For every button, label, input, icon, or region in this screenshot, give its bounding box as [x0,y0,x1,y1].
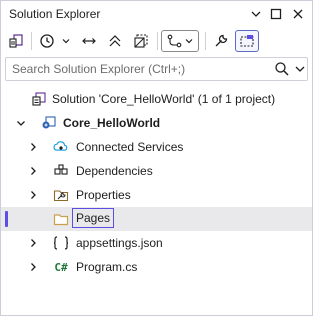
panel-title: Solution Explorer [9,7,101,21]
maximize-icon [270,8,282,20]
tree-row-properties[interactable]: Properties [1,183,312,207]
tree-row-dependencies[interactable]: Dependencies [1,159,312,183]
collapse-all-button[interactable] [105,30,125,52]
selection-indicator [5,211,8,227]
project-label: Core_HelloWorld [63,116,161,130]
history-icon [40,34,54,48]
toolbar-separator [157,32,158,50]
toolbar-separator [31,32,32,50]
git-branch-icon [167,34,182,48]
json-file-icon [53,235,69,251]
chevron-down-icon [185,39,193,44]
search-icon[interactable] [274,61,290,77]
preview-icon [240,35,254,47]
sync-with-document-button[interactable] [79,30,99,52]
maximize-button[interactable] [267,5,285,23]
toolbar-separator [205,32,206,50]
chevron-down-icon [62,39,70,44]
chevron-right-icon[interactable] [27,189,39,201]
tree-row-solution[interactable]: Solution 'Core_HelloWorld' (1 of 1 proje… [1,87,312,111]
pending-changes-filter-button[interactable] [161,30,199,52]
sync-arrows-icon [82,38,96,44]
switch-views-button[interactable] [7,30,25,52]
toolbar [1,27,312,55]
dependencies-icon [53,163,69,179]
search-options-chevron-icon[interactable] [294,63,306,75]
tree-row-appsettings[interactable]: appsettings.json [1,231,312,255]
connected-services-icon [53,139,69,155]
solution-explorer-panel: Solution Explorer Search Solution Explor… [0,0,313,316]
solution-icon [31,91,47,107]
item-label: Pages [72,208,115,228]
item-label: appsettings.json [76,236,163,250]
chevron-down-icon [251,11,261,17]
history-button[interactable] [37,30,57,52]
chevron-right-icon[interactable] [27,165,39,177]
folder-icon [53,211,69,227]
tree-row-connected-services[interactable]: Connected Services [1,135,312,159]
show-all-files-button[interactable] [131,30,151,52]
collapse-all-icon [109,35,121,47]
tree-row-program-cs[interactable]: C# Program.cs [1,255,312,279]
chevron-down-icon[interactable] [15,117,27,129]
preview-selected-items-button[interactable] [235,30,259,52]
solution-views-icon [9,34,23,48]
solution-label: Solution 'Core_HelloWorld' (1 of 1 proje… [52,92,276,106]
tree-row-project[interactable]: Core_HelloWorld [1,111,312,135]
chevron-right-icon[interactable] [27,141,39,153]
csharp-file-icon: C# [53,259,69,275]
close-icon [293,9,303,19]
properties-button[interactable] [211,30,231,52]
csharp-project-icon [41,115,57,131]
close-button[interactable] [289,5,307,23]
item-label: Properties [76,188,131,202]
csharp-glyph: C# [54,260,68,274]
wrench-folder-icon [53,187,69,203]
search-input[interactable] [6,58,261,80]
window-options-button[interactable] [247,5,265,23]
wrench-icon [215,34,228,47]
history-dropdown-button[interactable] [59,30,73,52]
search-box [5,57,308,81]
chevron-right-icon[interactable] [27,261,39,273]
item-label: Dependencies [76,164,153,178]
tree-row-pages[interactable]: Pages [1,207,312,231]
show-all-files-icon [134,34,148,48]
chevron-right-icon[interactable] [27,237,39,249]
item-label: Program.cs [76,260,138,274]
item-label: Connected Services [76,140,184,154]
title-bar: Solution Explorer [1,1,312,27]
